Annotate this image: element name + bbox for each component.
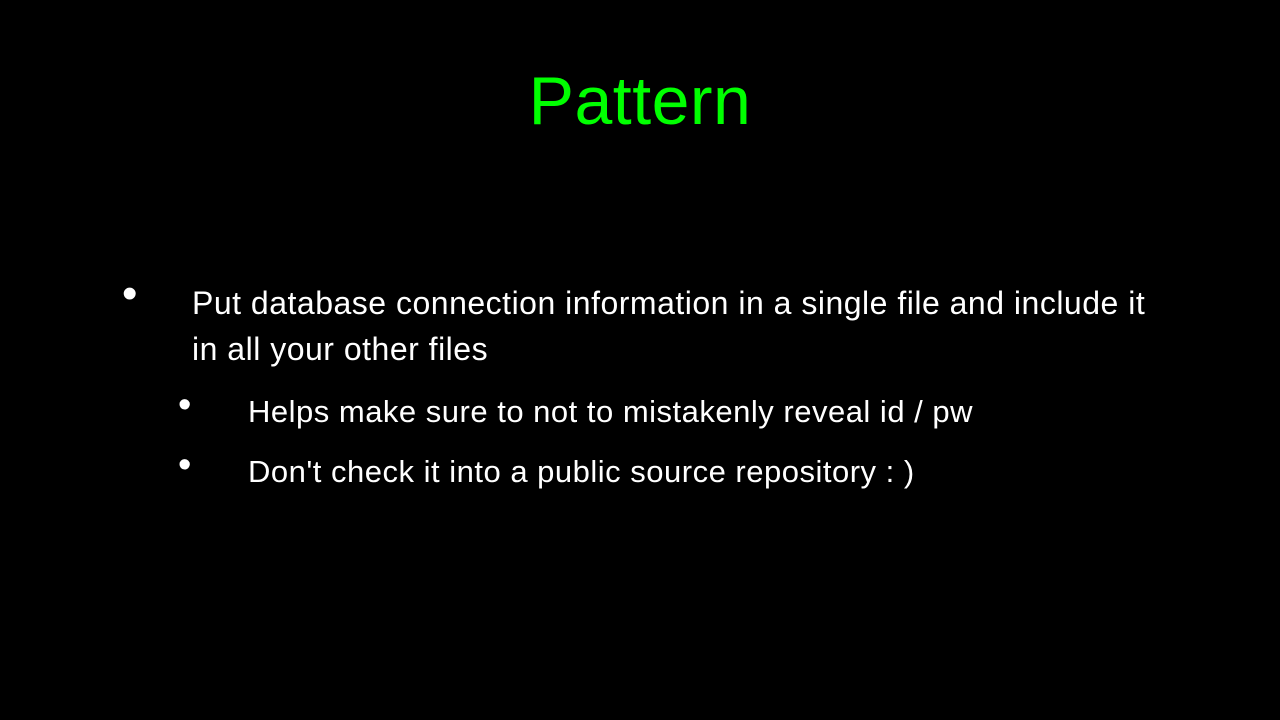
bullet-icon: • — [120, 280, 192, 308]
bullet-icon: • — [176, 390, 248, 420]
slide-content: • Put database connection information in… — [120, 280, 1180, 510]
list-item: • Helps make sure to not to mistakenly r… — [176, 390, 1180, 434]
list-item: • Don't check it into a public source re… — [176, 450, 1180, 494]
bullet-text: Put database connection information in a… — [192, 280, 1180, 372]
bullet-icon: • — [176, 450, 248, 480]
slide-title: Pattern — [0, 62, 1280, 140]
list-item: • Put database connection information in… — [120, 280, 1180, 372]
sub-list: • Helps make sure to not to mistakenly r… — [176, 390, 1180, 494]
bullet-text: Helps make sure to not to mistakenly rev… — [248, 390, 973, 434]
slide: Pattern • Put database connection inform… — [0, 0, 1280, 720]
bullet-text: Don't check it into a public source repo… — [248, 450, 915, 494]
